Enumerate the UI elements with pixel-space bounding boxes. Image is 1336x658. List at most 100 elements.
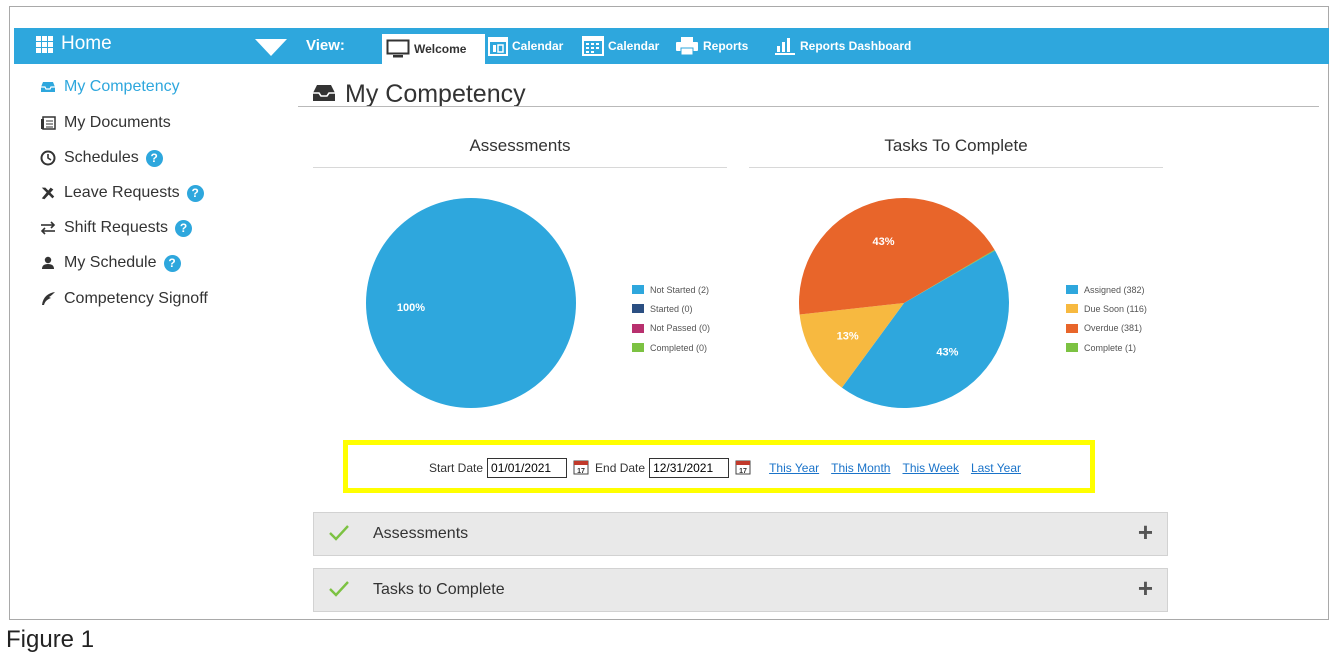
legend-swatch [632,343,644,353]
legend-item[interactable]: Not Started (2) [632,280,710,299]
page-title: My Competency [312,80,526,109]
top-nav-bar: Home View: Welcome Calendar Calendar Rep… [14,28,1329,64]
monitor-icon [386,39,410,59]
legend-swatch [1066,343,1078,353]
legend-label: Due Soon (116) [1084,303,1147,314]
legend-label: Started (0) [650,303,693,314]
sidebar-item-label: Schedules [64,149,139,166]
bar-chart-icon [774,37,796,55]
start-date-label: Start Date [429,461,484,475]
tab-label: Reports [703,39,749,53]
legend-item[interactable]: Not Passed (0) [632,319,710,338]
legend-label: Assigned (382) [1084,284,1145,295]
link-this-week[interactable]: This Week [902,461,958,475]
tab-reports-dashboard[interactable]: Reports Dashboard [770,28,915,64]
legend-label: Not Started (2) [650,284,710,295]
help-icon[interactable]: ? [175,219,193,237]
pie-slice-label: 43% [936,346,958,358]
tab-label: Welcome [414,42,467,56]
user-icon [40,255,56,271]
legend-swatch [632,285,644,295]
tab-calendar[interactable]: Calendar [484,28,567,64]
checkmark-icon [328,524,350,547]
title-divider [298,106,1319,107]
sidebar-item-shift-requests[interactable]: Shift Requests ? [40,219,193,237]
view-label: View: [306,37,345,54]
sidebar-item-label: Leave Requests [64,184,180,201]
sidebar-item-label: Competency Signoff [64,290,208,307]
inbox-icon [312,80,336,109]
plane-icon [40,185,56,201]
legend-swatch [632,323,644,333]
end-date-label: End Date [595,461,646,475]
inbox-icon [40,79,56,95]
tab-reports[interactable]: Reports [671,28,752,64]
chart-title-divider [313,167,727,168]
link-last-year[interactable]: Last Year [971,461,1021,475]
panel-title: Tasks to Complete [373,581,505,598]
sidebar-item-label: My Schedule [64,254,157,271]
link-this-month[interactable]: This Month [831,461,890,475]
tab-label: Calendar [608,39,660,53]
link-this-year[interactable]: This Year [769,461,819,475]
sidebar-item-schedules[interactable]: Schedules ? [40,149,163,167]
legend-label: Completed (0) [650,342,708,353]
accordion-panel-assessments[interactable]: Assessments + [313,512,1168,556]
caret-down-icon[interactable] [255,39,287,56]
printer-icon [675,36,699,56]
end-date-input[interactable] [649,458,730,478]
accordion-panel-tasks[interactable]: Tasks to Complete + [313,568,1168,612]
help-icon[interactable]: ? [163,254,181,272]
svg-text:17: 17 [739,468,747,475]
legend-item[interactable]: Completed (0) [632,338,710,357]
help-icon[interactable]: ? [186,184,204,202]
legend-item[interactable]: Due Soon (116) [1066,299,1147,318]
tasks-pie-chart: 43% 13% 43% [799,197,1009,409]
tab-calendar-grid[interactable]: Calendar [578,28,663,64]
assessments-pie-chart: 100% [366,198,576,408]
pie-slice-label: 100% [397,302,425,314]
grid-icon [36,35,53,53]
calendar-picker-icon[interactable]: 17 [735,459,751,478]
date-filter-row: Start Date 17 End Date 17 This Year This… [429,458,1021,478]
home-label: Home [61,33,112,54]
feather-icon [40,291,56,307]
sidebar-item-my-documents[interactable]: My Documents [40,114,171,132]
tasks-legend: Assigned (382) Due Soon (116) Overdue (381… [1066,280,1147,357]
calendar-picker-icon[interactable]: 17 [573,459,589,478]
swap-arrows-icon [40,220,56,236]
expand-plus-icon[interactable]: + [1138,519,1153,545]
calendar-icon [488,36,508,56]
legend-swatch [1066,304,1078,314]
chart-title-tasks: Tasks To Complete [884,136,1028,155]
legend-swatch [1066,285,1078,295]
figure-caption: Figure 1 [6,626,95,653]
start-date-input[interactable] [487,458,568,478]
page-title-text: My Competency [345,80,526,108]
legend-label: Overdue (381) [1084,323,1143,334]
legend-item[interactable]: Overdue (381) [1066,319,1147,338]
help-icon[interactable]: ? [145,149,163,167]
sidebar-item-my-competency[interactable]: My Competency [40,78,180,96]
pie-slice-label: 43% [872,236,894,248]
chart-title-divider [749,167,1163,168]
sidebar-item-leave-requests[interactable]: Leave Requests ? [40,184,204,202]
legend-swatch [1066,323,1078,333]
home-menu[interactable]: Home [36,33,112,55]
legend-label: Not Passed (0) [650,323,711,334]
legend-label: Complete (1) [1084,342,1137,353]
sidebar-item-my-schedule[interactable]: My Schedule ? [40,254,181,272]
legend-item[interactable]: Complete (1) [1066,338,1147,357]
assessments-legend: Not Started (2) Started (0) Not Passed (0)… [632,280,710,357]
sidebar-item-competency-signoff[interactable]: Competency Signoff [40,290,208,308]
legend-item[interactable]: Started (0) [632,299,710,318]
tab-label: Calendar [512,39,564,53]
tab-label: Reports Dashboard [800,39,912,53]
clock-icon [40,150,56,166]
tab-welcome[interactable]: Welcome [382,34,485,64]
pie-slice-label: 13% [837,331,859,343]
expand-plus-icon[interactable]: + [1138,575,1153,601]
checkmark-icon [328,580,350,603]
svg-text:17: 17 [577,468,585,475]
legend-item[interactable]: Assigned (382) [1066,280,1147,299]
